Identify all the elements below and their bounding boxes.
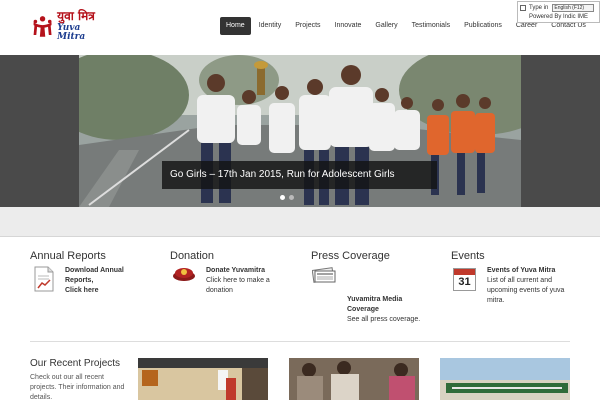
site-header: युवा मित्र Yuva Mitra Home Identity Proj… [0,0,600,55]
donation-icon[interactable] [172,266,196,282]
ime-powered-by: Powered By Indic IME [528,14,589,20]
nav-item-home[interactable]: Home [220,17,251,35]
annual-reports-click-here-link[interactable]: Click here [65,286,137,296]
ime-enable-checkbox[interactable] [520,5,526,11]
project-photo-students [289,358,419,400]
ime-widget: Type in English (F12) Powered By Indic I… [517,1,600,23]
project-thumbnail-2[interactable] [289,358,419,400]
feature-press-coverage-text: Yuvamitra Media Coverage See all press c… [347,295,427,325]
ime-type-in-label: Type in [529,5,549,11]
slider-dots [280,195,298,200]
feature-title: Press Coverage [311,250,390,262]
feature-press-coverage: Press Coverage [311,250,451,268]
newspaper-icon[interactable] [312,267,336,283]
feature-title: Annual Reports [30,250,106,262]
feature-title: Events [451,250,485,262]
feature-title: Donation [170,250,215,262]
recent-projects-description: Check out our all recent projects. Their… [30,374,125,400]
project-photo-building [440,358,570,400]
nav-item-projects[interactable]: Projects [289,17,326,35]
section-divider [30,341,570,342]
calendar-icon[interactable]: 31 [453,268,476,291]
donate-yuvamitra-link[interactable]: Donate Yuvamitra [206,266,281,276]
nav-item-publications[interactable]: Publications [458,17,508,35]
site-logo[interactable]: युवा मित्र Yuva Mitra [30,9,106,42]
slider-dot-2[interactable] [289,195,294,200]
download-annual-reports-link[interactable]: Download Annual Reports, [65,266,137,286]
feature-events-text: Events of Yuva Mitra List of all current… [487,266,569,306]
hero-bottom-band [0,207,600,237]
events-description: List of all current and upcoming events … [487,277,565,304]
feature-annual-reports-text: Download Annual Reports, Click here [65,266,137,296]
calendar-day: 31 [458,276,471,288]
recent-projects-title: Our Recent Projects [30,358,121,369]
nav-item-innovate[interactable]: Innovate [329,17,368,35]
ime-language-select[interactable]: English (F12) [552,4,595,12]
logo-hindi-text: युवा मित्र [57,9,95,23]
nav-item-identity[interactable]: Identity [253,17,288,35]
hero-slider: Go Girls – 17th Jan 2015, Run for Adoles… [0,55,600,207]
logo-people-icon [30,13,56,39]
nav-item-gallery[interactable]: Gallery [369,17,403,35]
events-link[interactable]: Events of Yuva Mitra [487,266,569,276]
media-coverage-link[interactable]: Yuvamitra Media Coverage [347,295,427,315]
report-document-icon[interactable] [34,266,54,292]
feature-donation-text: Donate Yuvamitra Click here to make a do… [206,266,281,296]
donation-description: Click here to make a donation [206,277,270,294]
project-thumbnail-3[interactable] [440,358,570,400]
slider-dot-1[interactable] [280,195,285,200]
nav-item-testimonials[interactable]: Testimonials [406,17,457,35]
project-photo-classroom [138,358,268,400]
logo-english-text: Yuva Mitra [57,23,86,42]
project-thumbnail-1[interactable] [138,358,268,400]
press-coverage-description: See all press coverage. [347,316,421,323]
hero-caption[interactable]: Go Girls – 17th Jan 2015, Run for Adoles… [162,161,437,189]
